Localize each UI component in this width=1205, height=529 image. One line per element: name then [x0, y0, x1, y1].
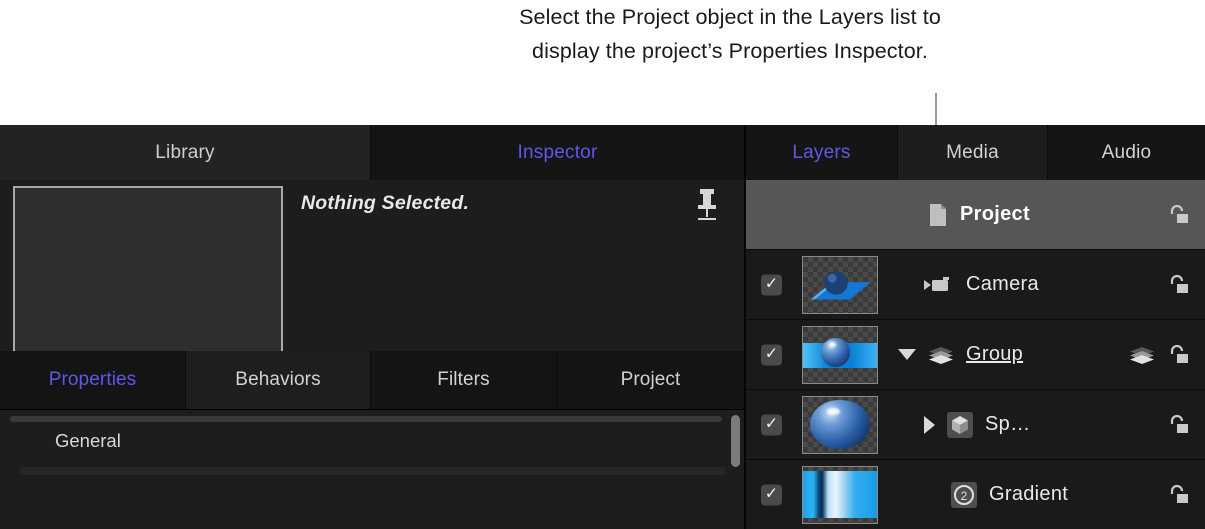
- tab-filters-label: Filters: [437, 369, 490, 390]
- layer-row-content: Camera: [924, 250, 1135, 319]
- unlock-icon[interactable]: [1165, 413, 1189, 437]
- tab-behaviors[interactable]: Behaviors: [186, 351, 371, 409]
- layer-visibility-checkbox[interactable]: ✓: [761, 274, 782, 295]
- thumbnail-art: [803, 470, 877, 518]
- layer-row-right-icons: [1165, 413, 1189, 437]
- pushpin-icon[interactable]: [694, 187, 720, 223]
- motion-app-window: Library Inspector Nothing Selected. Prop…: [0, 125, 1205, 529]
- table-row[interactable]: ✓: [746, 390, 1205, 460]
- layer-label: Sp…: [985, 413, 1031, 435]
- layers-pane: Layers Media Audio Project ✓ Camera ✓ Gr…: [746, 125, 1205, 529]
- unlock-icon[interactable]: [1165, 343, 1189, 367]
- layer-row-content: Group: [898, 320, 1135, 389]
- layer-row-content: 2 Gradient: [951, 460, 1135, 529]
- layer-row-right-icons: [1165, 483, 1189, 507]
- layer-row-right-icons: [1129, 343, 1189, 367]
- inspector-pane: Library Inspector Nothing Selected. Prop…: [0, 125, 746, 529]
- table-row[interactable]: ✓: [746, 320, 1205, 390]
- layer-visibility-checkbox[interactable]: ✓: [761, 414, 782, 435]
- properties-section-general: General: [55, 430, 121, 451]
- tab-media[interactable]: Media: [898, 125, 1048, 180]
- tab-inspector[interactable]: Inspector: [371, 125, 744, 180]
- tab-properties-label: Properties: [48, 369, 137, 390]
- svg-text:2: 2: [961, 489, 968, 503]
- tab-media-label: Media: [946, 141, 999, 163]
- thumbnail-art: [829, 342, 836, 347]
- thumbnail-art: [810, 399, 870, 450]
- camera-icon: [924, 276, 954, 294]
- layers-list: Project ✓ Camera ✓ Group ✓ Sp… ✓ 2 Gradi…: [746, 180, 1205, 529]
- group-scene-thumbnail: [802, 325, 878, 384]
- properties-panel: General: [0, 409, 744, 475]
- layer-row-right-icons: [1165, 273, 1189, 297]
- 3d-cube-icon: [947, 411, 973, 438]
- unlock-icon[interactable]: [1165, 273, 1189, 297]
- layer-label: Camera: [966, 273, 1039, 295]
- right-pane-tabbar: Layers Media Audio: [746, 125, 1205, 180]
- layer-row-content: Sp…: [924, 390, 1135, 459]
- camera-scene-thumbnail: [802, 255, 878, 314]
- layer-label: Project: [960, 203, 1030, 225]
- chevron-right-icon[interactable]: [924, 415, 935, 434]
- checkmark-icon: ✓: [764, 485, 779, 503]
- thumbnail-art: [826, 407, 840, 416]
- table-row[interactable]: Project: [746, 180, 1205, 250]
- tab-layers[interactable]: Layers: [746, 125, 898, 180]
- tab-audio[interactable]: Audio: [1048, 125, 1205, 180]
- layer-row-right-icons: [1165, 203, 1189, 227]
- callout-text: Select the Project object in the Layers …: [519, 5, 941, 63]
- sphere-thumbnail: [802, 395, 878, 454]
- layer-label[interactable]: Group: [966, 343, 1023, 366]
- tab-inspector-label: Inspector: [517, 141, 598, 163]
- layer-visibility-checkbox[interactable]: ✓: [761, 484, 782, 505]
- tab-audio-label: Audio: [1101, 141, 1152, 163]
- screenshot-root: Select the Project object in the Layers …: [0, 0, 1205, 529]
- tab-layers-label: Layers: [792, 141, 851, 163]
- checkmark-icon: ✓: [764, 275, 779, 293]
- table-row[interactable]: ✓: [746, 250, 1205, 320]
- tab-filters[interactable]: Filters: [371, 351, 557, 409]
- tab-properties[interactable]: Properties: [0, 351, 186, 409]
- 2d-badge-icon: 2: [951, 481, 977, 508]
- unlock-icon[interactable]: [1165, 483, 1189, 507]
- layer-row-content: Project: [928, 180, 1135, 249]
- unlock-icon[interactable]: [1165, 203, 1189, 227]
- chevron-down-icon[interactable]: [898, 349, 916, 360]
- properties-row-divider: [20, 467, 725, 475]
- group-layers-icon[interactable]: [1129, 346, 1155, 364]
- layer-label: Gradient: [989, 483, 1069, 505]
- tab-behaviors-label: Behaviors: [235, 369, 321, 390]
- left-pane-tabbar: Library Inspector: [0, 125, 744, 180]
- horizontal-scrollbar[interactable]: [10, 416, 722, 422]
- tab-project[interactable]: Project: [557, 351, 744, 409]
- table-row[interactable]: ✓ 2 Gradient: [746, 460, 1205, 529]
- inspector-category-tabbar: Properties Behaviors Filters Project: [0, 351, 744, 409]
- layer-visibility-checkbox[interactable]: ✓: [761, 344, 782, 365]
- tab-project-label: Project: [620, 369, 681, 390]
- tab-library[interactable]: Library: [0, 125, 371, 180]
- checkmark-icon: ✓: [764, 345, 779, 363]
- document-icon: [928, 203, 948, 227]
- gradient-thumbnail: [802, 465, 878, 524]
- inspector-status-text: Nothing Selected.: [301, 192, 470, 214]
- vertical-scrollbar[interactable]: [731, 415, 740, 467]
- checkmark-icon: ✓: [764, 415, 779, 433]
- group-layers-icon: [928, 346, 954, 364]
- tab-library-label: Library: [155, 141, 215, 163]
